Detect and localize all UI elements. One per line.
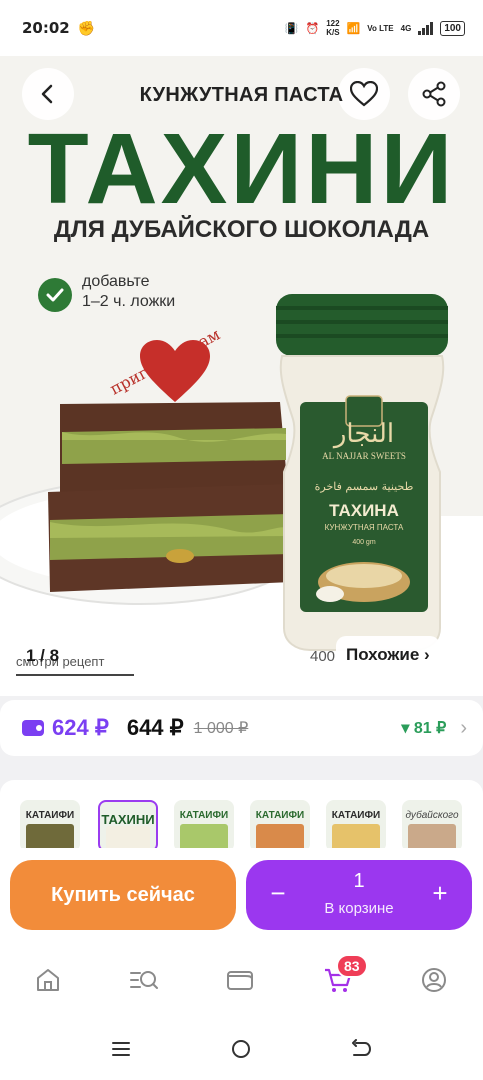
menu-icon [112, 1042, 130, 1056]
bottom-tab-bar: 83 [0, 940, 483, 1018]
cart-quantity-control: − 1 В корзине + [246, 860, 472, 930]
product-illustration: النجار AL NAJJAR SWEETS طحينية سمسم فاخر… [0, 294, 448, 651]
hero-subtitle: ДЛЯ ДУБАЙСКОГО ШОКОЛАДА [53, 216, 430, 243]
system-nav-bar [0, 1018, 483, 1080]
status-bar: 20:02 ✊ 📳 ⏰ 122 K/S 📶 Vo LTE 4G 100 [0, 0, 483, 56]
jar-sub: КУНЖУТНАЯ ПАСТА [325, 523, 404, 532]
variant-thumb-selected[interactable]: ТАХИНИ [98, 800, 158, 852]
home-nav-button[interactable] [226, 1034, 256, 1064]
home-icon [37, 969, 59, 991]
increase-quantity-button[interactable]: + [426, 880, 454, 908]
circle-home-icon [232, 1040, 250, 1058]
network-type: 4G [400, 23, 412, 33]
hero-title: ТАХИНИ [27, 113, 456, 225]
recent-apps-button[interactable] [106, 1034, 136, 1064]
purchase-bar: Купить сейчас − 1 В корзине + [0, 848, 483, 940]
price-row[interactable]: 624 ₽ 644 ₽ 1 000 ₽ ▾ 81 ₽ › [0, 700, 483, 756]
buy-now-button[interactable]: Купить сейчас [10, 860, 236, 930]
wallet-icon [22, 720, 44, 736]
tab-profile[interactable] [414, 960, 454, 1000]
jar-weight: 400 gm [352, 539, 376, 546]
vibrate-icon: 📳 [284, 22, 299, 35]
wifi-icon: 📶 [346, 22, 361, 35]
recipe-arrow [16, 674, 134, 676]
chevron-right-icon: › [460, 716, 467, 739]
volte-label: Vo LTE [367, 23, 394, 33]
variant-thumb[interactable]: дубайского [402, 800, 462, 852]
cashback-amount: ▾ 81 ₽ [401, 720, 447, 737]
regular-price: 644 ₽ [126, 715, 184, 740]
variant-thumb[interactable]: КАТАИФИ [250, 800, 310, 852]
alarm-icon: ⏰ [305, 22, 320, 35]
network-speed: 122 K/S [326, 19, 340, 37]
weight-label: 400 [310, 648, 336, 665]
tab-wallet[interactable] [220, 960, 260, 1000]
profile-icon [422, 968, 446, 992]
hero-kicker: КУНЖУТНАЯ ПАСТА [139, 84, 344, 106]
tab-catalog[interactable] [124, 960, 164, 1000]
variant-thumb[interactable]: КАТАИФИ [20, 800, 80, 852]
gallery-counter: 1 / 8 [26, 646, 60, 665]
old-price: 1 000 ₽ [193, 720, 249, 737]
status-time: 20:02 [22, 19, 70, 37]
variant-carousel[interactable]: КАТАИФИ ТАХИНИ КАТАИФИ КАТАИФИ КАТАИФИ д… [0, 780, 483, 852]
product-gallery[interactable]: КУНЖУТНАЯ ПАСТА ТАХИНИ ДЛЯ ДУБАЙСКОГО ШО… [0, 56, 483, 696]
cart-badge: 83 [336, 954, 368, 978]
back-nav-button[interactable] [346, 1034, 376, 1064]
variant-thumb[interactable]: КАТАИФИ [326, 800, 386, 852]
similar-products-button[interactable]: Похожие › [336, 636, 440, 674]
status-indicators: 📳 ⏰ 122 K/S 📶 Vo LTE 4G 100 [285, 19, 465, 37]
jar-arabic-sub: طحينية سمسم فاخرة [315, 480, 414, 493]
jar-arabic-brand: النجار [332, 419, 394, 449]
notification-icon: ✊ [77, 19, 96, 36]
signal-icon [418, 21, 434, 35]
card-price: 624 ₽ [52, 715, 109, 740]
back-nav-icon [352, 1039, 372, 1056]
tab-home[interactable] [28, 960, 68, 1000]
jar-name: ТАХИНА [329, 501, 399, 520]
wallet-tab-icon [227, 971, 253, 990]
battery-indicator: 100 [440, 20, 465, 36]
product-screen: 20:02 ✊ 📳 ⏰ 122 K/S 📶 Vo LTE 4G 100 КУНЖ… [0, 0, 483, 1080]
jar-brand-latin: AL NAJJAR SWEETS [322, 451, 406, 461]
catalog-search-icon [130, 971, 158, 989]
variant-thumb[interactable]: КАТАИФИ [174, 800, 234, 852]
